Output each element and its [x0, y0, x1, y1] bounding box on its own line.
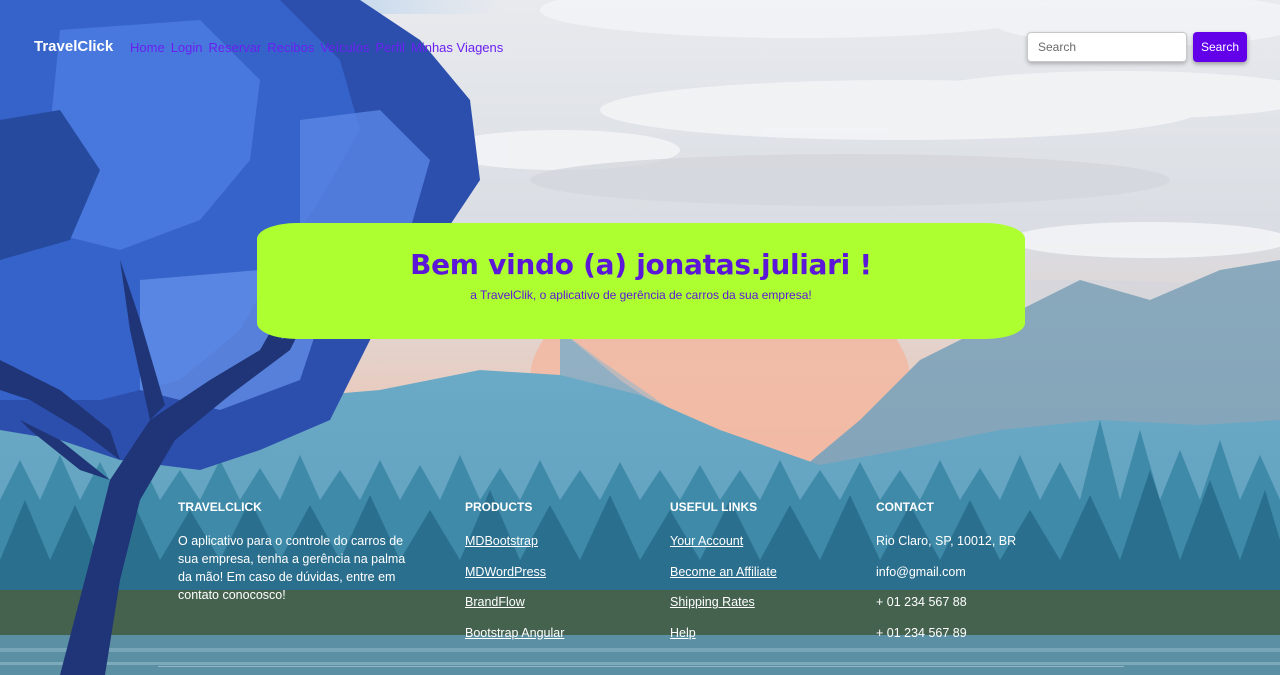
brand-logo[interactable]: TravelClick [34, 38, 113, 55]
footer-about: TravelClick O aplicativo para o controle… [178, 490, 406, 604]
footer-contact: Contact Rio Claro, SP, 10012, BR info@gm… [876, 490, 1016, 654]
welcome-title: Bem vindo (a) jonatas.juliari ! [257, 247, 1025, 283]
footer-link-bootstrap-angular[interactable]: Bootstrap Angular [465, 626, 564, 640]
list-item: Shipping Rates [670, 593, 777, 611]
contact-phone-1: + 01 234 567 88 [876, 595, 967, 609]
footer-link-brandflow[interactable]: BrandFlow [465, 595, 525, 609]
footer-products-heading: Products [465, 500, 533, 514]
footer-about-heading: TravelClick [178, 500, 262, 514]
nav-link-reservar[interactable]: Reservar [209, 40, 262, 55]
welcome-banner: Bem vindo (a) jonatas.juliari ! a Travel… [257, 223, 1025, 339]
nav-link-recibos[interactable]: Recibos [267, 40, 314, 55]
footer: TravelClick O aplicativo para o controle… [0, 490, 1280, 675]
nav-link-perfil[interactable]: Perfil [375, 40, 405, 55]
footer-link-become-affiliate[interactable]: Become an Affiliate [670, 565, 777, 579]
list-item: Become an Affiliate [670, 563, 777, 581]
nav-link-veiculos[interactable]: Veículos [320, 40, 369, 55]
welcome-username: jonatas.juliari [636, 248, 850, 281]
search-input[interactable] [1027, 32, 1187, 62]
footer-link-your-account[interactable]: Your Account [670, 534, 743, 548]
nav-link-minhas-viagens[interactable]: Minhas Viagens [411, 40, 503, 55]
footer-products: Products MDBootstrap MDWordPress BrandFl… [465, 490, 564, 654]
footer-products-list: MDBootstrap MDWordPress BrandFlow Bootst… [465, 532, 564, 642]
footer-about-text: O aplicativo para o controle do carros d… [178, 534, 406, 602]
list-item: MDBootstrap [465, 532, 564, 550]
nav-link-home[interactable]: Home [130, 40, 165, 55]
footer-contact-heading: Contact [876, 500, 934, 514]
list-item: MDWordPress [465, 563, 564, 581]
footer-contact-list: Rio Claro, SP, 10012, BR info@gmail.com … [876, 532, 1016, 642]
list-item: Help [670, 624, 777, 642]
footer-link-shipping-rates[interactable]: Shipping Rates [670, 595, 755, 609]
footer-useful-links: Useful links Your Account Become an Affi… [670, 490, 777, 654]
welcome-greeting: Bem vindo (a) [410, 248, 627, 281]
contact-email: info@gmail.com [876, 564, 966, 579]
footer-divider [158, 666, 1124, 667]
contact-phone-2: + 01 234 567 89 [876, 625, 967, 640]
search-button[interactable]: Search [1193, 32, 1247, 62]
footer-link-mdwordpress[interactable]: MDWordPress [465, 565, 546, 579]
contact-address: Rio Claro, SP, 10012, BR [876, 534, 1017, 548]
list-item: Bootstrap Angular [465, 624, 564, 642]
nav-links: Home Login Reservar Recibos Veículos Per… [130, 40, 503, 55]
footer-useful-links-heading: Useful links [670, 500, 758, 514]
footer-link-mdbootstrap[interactable]: MDBootstrap [465, 534, 538, 548]
list-item: Your Account [670, 532, 777, 550]
welcome-subtitle: a TravelClik, o aplicativo de gerência d… [470, 288, 812, 302]
welcome-exclaim: ! [859, 248, 872, 281]
footer-useful-links-list: Your Account Become an Affiliate Shippin… [670, 532, 777, 642]
nav-link-login[interactable]: Login [171, 40, 203, 55]
navbar: TravelClick Home Login Reservar Recibos … [0, 0, 1280, 96]
list-item: BrandFlow [465, 593, 564, 611]
footer-link-help[interactable]: Help [670, 626, 696, 640]
